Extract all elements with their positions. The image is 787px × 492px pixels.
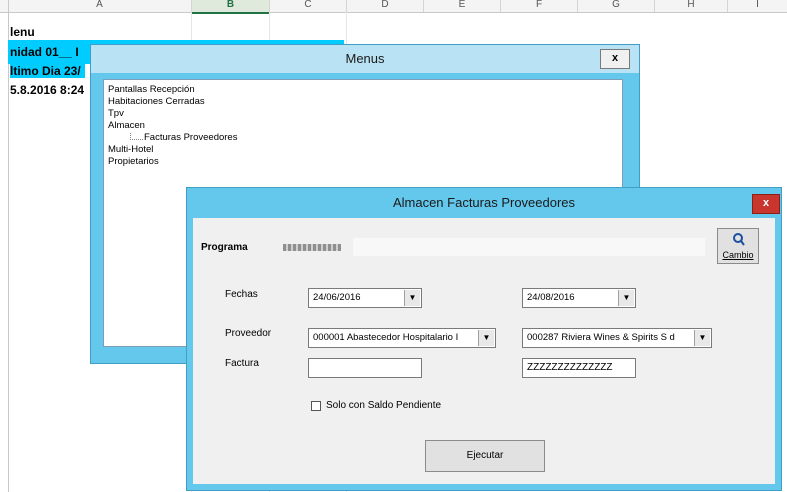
column-header-f[interactable]: F	[501, 0, 578, 12]
cell-fecha-hora[interactable]: 5.8.2016 8:24	[10, 83, 84, 97]
menus-close-button[interactable]: x	[600, 49, 630, 69]
column-header-i[interactable]: I	[728, 0, 787, 12]
column-header-a[interactable]: A	[8, 0, 192, 12]
tree-item-almacen[interactable]: Almacen	[108, 120, 145, 131]
fecha-desde-value: 24/06/2016	[313, 292, 361, 303]
proveedor-label: Proveedor	[225, 328, 272, 339]
fecha-desde-select[interactable]: 24/06/2016 ▼	[308, 288, 422, 308]
menus-window-title[interactable]: Menus	[91, 45, 639, 73]
cell-unidad[interactable]: nidad 01__ I	[10, 45, 79, 59]
proveedor-hasta-select[interactable]: 000287 Riviera Wines & Spirits S d ▼	[522, 328, 712, 348]
fecha-hasta-value: 24/08/2016	[527, 292, 575, 303]
tree-item-pantallas[interactable]: Pantallas Recepción	[108, 84, 195, 95]
column-header-h[interactable]: H	[655, 0, 728, 12]
saldo-pendiente-label: Solo con Saldo Pendiente	[326, 400, 442, 411]
tree-item-multi-hotel[interactable]: Multi-Hotel	[108, 144, 153, 155]
column-header-bar: A B C D E F G H I	[0, 0, 787, 14]
proveedor-desde-select[interactable]: 000001 Abastecedor Hospitalario I ▼	[308, 328, 496, 348]
chevron-down-icon[interactable]: ▼	[618, 290, 634, 306]
ejecutar-button[interactable]: Ejecutar	[425, 440, 545, 472]
cell-ultimo-dia[interactable]: ltimo Dia 23/	[10, 64, 85, 78]
almacen-form: Programa Cambio Fechas 24/06/2016 ▼ 24/0…	[193, 218, 775, 484]
saldo-pendiente-checkbox[interactable]	[311, 401, 321, 411]
programa-label: Programa	[201, 242, 248, 253]
cambio-button[interactable]: Cambio	[717, 228, 759, 264]
fechas-label: Fechas	[225, 289, 258, 300]
column-header-b[interactable]: B	[192, 0, 270, 14]
almacen-window-title[interactable]: Almacen Facturas Proveedores	[187, 188, 781, 218]
programa-value	[353, 238, 705, 256]
tree-item-habitaciones[interactable]: Habitaciones Cerradas	[108, 96, 205, 107]
factura-hasta-input[interactable]: ZZZZZZZZZZZZZZ	[522, 358, 636, 378]
tree-item-facturas-proveedores[interactable]: Facturas Proveedores	[144, 132, 237, 143]
cambio-label: Cambio	[722, 250, 754, 260]
tree-item-propietarios[interactable]: Propietarios	[108, 156, 159, 167]
column-header-c[interactable]: C	[270, 0, 347, 12]
fecha-hasta-select[interactable]: 24/08/2016 ▼	[522, 288, 636, 308]
chevron-down-icon[interactable]: ▼	[404, 290, 420, 306]
proveedor-hasta-value: 000287 Riviera Wines & Spirits S d	[527, 332, 675, 343]
column-header-e[interactable]: E	[424, 0, 501, 12]
column-header-d[interactable]: D	[347, 0, 424, 12]
almacen-close-button[interactable]: x	[752, 194, 780, 214]
tree-connector	[130, 133, 143, 140]
chevron-down-icon[interactable]: ▼	[694, 330, 710, 346]
tree-item-tpv[interactable]: Tpv	[108, 108, 124, 119]
chevron-down-icon[interactable]: ▼	[478, 330, 494, 346]
column-header-g[interactable]: G	[578, 0, 655, 12]
cell-menu-title[interactable]: lenu	[10, 25, 35, 39]
proveedor-desde-value: 000001 Abastecedor Hospitalario I	[313, 332, 459, 343]
almacen-window: Almacen Facturas Proveedores x Programa …	[186, 187, 782, 491]
factura-desde-input[interactable]	[308, 358, 422, 378]
row-header-border	[8, 0, 9, 492]
programa-value-redacted	[283, 244, 341, 251]
magnifier-icon	[733, 233, 745, 246]
factura-label: Factura	[225, 358, 259, 369]
